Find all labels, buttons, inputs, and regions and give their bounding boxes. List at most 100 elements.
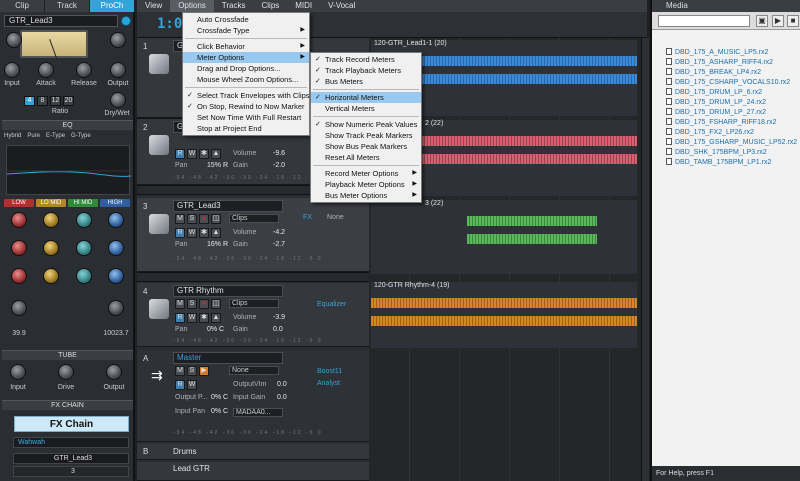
track-name[interactable]: Lead GTR <box>173 464 210 473</box>
track-view-select[interactable]: Clips <box>229 299 279 308</box>
media-file[interactable]: DBD_175_BREAK_LP4.rx2 <box>666 68 797 78</box>
media-file[interactable]: DBD_175_ASHARP_RIFF4.rx2 <box>666 58 797 68</box>
menu-item[interactable]: Drag and Drop Options... <box>183 63 309 74</box>
eq-band-low[interactable]: LOW <box>4 199 34 207</box>
fx-chain-header[interactable]: FX CHAIN <box>2 400 133 410</box>
lomid-q-knob[interactable] <box>43 268 59 284</box>
eq-type-etype[interactable]: E-Type <box>46 133 65 139</box>
lomid-gain-knob[interactable] <box>43 212 59 228</box>
track-3[interactable]: 3 GTR_Lead3 M S ● ◫ Clips FX None R W ✱ … <box>137 198 369 272</box>
clips-vertical-scrollbar[interactable] <box>641 38 649 481</box>
fx-bypass-button[interactable]: ✱ <box>199 313 209 323</box>
write-button[interactable]: W <box>187 313 197 323</box>
ratio-8[interactable]: 8 <box>37 96 48 106</box>
pan-value[interactable]: 16% R <box>207 241 228 248</box>
solo-button[interactable]: S <box>187 366 197 376</box>
fx-bypass-button[interactable]: ✱ <box>199 228 209 238</box>
stop-icon[interactable]: ■ <box>787 15 799 27</box>
plugin-slot[interactable]: Wahwah <box>13 437 129 448</box>
media-file[interactable]: DBD_175_GSHARP_MUSIC_LP52.rx2 <box>666 138 797 148</box>
menu-item[interactable]: Show Track Peak Markers <box>311 130 421 141</box>
write-button[interactable]: W <box>187 149 197 159</box>
output-knob-top[interactable] <box>6 32 22 48</box>
freeze-button[interactable]: ▲ <box>211 313 221 323</box>
gain-value[interactable]: -2.7 <box>273 241 285 248</box>
media-file[interactable]: DBD_175_DRUM_LP_24.rx2 <box>666 98 797 108</box>
eq-type-hybrid[interactable]: Hybrid <box>4 133 21 139</box>
menu-clips[interactable]: Clips <box>253 0 287 12</box>
power-icon[interactable] <box>121 16 131 26</box>
media-path-select[interactable] <box>658 15 750 27</box>
tab-track[interactable]: Track <box>45 0 90 12</box>
menu-item[interactable]: Click Behavior ▶ <box>183 41 309 52</box>
eq-band-lomid[interactable]: LO MID <box>36 199 66 207</box>
input-echo-button[interactable]: ◫ <box>211 299 221 309</box>
bus-drums[interactable]: B Drums <box>137 444 369 460</box>
lomid-freq-knob[interactable] <box>43 240 59 256</box>
pan-value[interactable]: 15% R <box>207 162 228 169</box>
solo-button[interactable]: S <box>187 299 197 309</box>
menu-item[interactable]: Playback Meter Options ▶ <box>311 179 421 190</box>
bus-name[interactable]: Drums <box>173 447 197 456</box>
dry-wet-knob[interactable] <box>110 92 126 108</box>
mute-button[interactable]: M <box>175 366 185 376</box>
media-file[interactable]: DBD_175_DRUM_LP_6.rx2 <box>666 88 797 98</box>
menu-midi[interactable]: MIDI <box>287 0 320 12</box>
low-gain-knob[interactable] <box>11 212 27 228</box>
ratio-4[interactable]: 4 <box>24 96 35 106</box>
play-icon[interactable]: ▶ <box>772 15 784 27</box>
tab-clip[interactable]: Clip <box>0 0 45 12</box>
tube-output-knob[interactable] <box>106 364 122 380</box>
input-pan-value[interactable]: 0% C <box>211 408 228 415</box>
tube-input-knob[interactable] <box>10 364 26 380</box>
fx-none[interactable]: None <box>327 214 344 221</box>
output-vu-value[interactable]: 0.0 <box>277 381 287 388</box>
write-button[interactable]: W <box>187 228 197 238</box>
freeze-button[interactable]: ▲ <box>211 228 221 238</box>
threshold-knob[interactable] <box>110 32 126 48</box>
menu-item[interactable]: Crossfade Type ▶ <box>183 25 309 36</box>
track-lead-gtr[interactable]: Lead GTR <box>137 462 369 481</box>
freeze-button[interactable]: ▲ <box>211 149 221 159</box>
output-knob[interactable] <box>110 62 126 78</box>
menu-item[interactable]: ✓ Bus Meters <box>311 76 421 87</box>
output-device-select[interactable]: MADAA0... <box>233 408 283 417</box>
read-button[interactable]: R <box>175 313 185 323</box>
media-file[interactable]: DBD_SHK_175BPM_LP3.rx2 <box>666 148 797 158</box>
solo-button[interactable]: S <box>187 214 197 224</box>
track-4[interactable]: 4 GTR Rhythm M S ● ◫ Clips Equalizer R W… <box>137 283 369 347</box>
highcut-knob[interactable] <box>108 300 124 316</box>
menu-item[interactable]: Bus Meter Options ▶ <box>311 190 421 201</box>
bus-view-select[interactable]: None <box>229 366 279 375</box>
high-freq-knob[interactable] <box>108 240 124 256</box>
menu-item[interactable]: ✓ On Stop, Rewind to Now Marker <box>183 101 309 112</box>
himid-freq-knob[interactable] <box>76 240 92 256</box>
fx-chain-button[interactable]: FX Chain <box>14 416 129 432</box>
release-knob[interactable] <box>76 62 92 78</box>
media-file[interactable]: DBD_175_CSHARP_VOCALS10.rx2 <box>666 78 797 88</box>
read-button[interactable]: R <box>175 149 185 159</box>
menu-item[interactable]: ✓ Track Record Meters <box>311 54 421 65</box>
now-time-display[interactable]: 1:0 <box>157 16 182 32</box>
volume-value[interactable]: -9.6 <box>273 150 285 157</box>
high-gain-knob[interactable] <box>108 212 124 228</box>
pan-value[interactable]: 0% C <box>207 326 224 333</box>
read-button[interactable]: R <box>175 380 185 390</box>
mute-button[interactable]: M <box>175 214 185 224</box>
save-icon[interactable]: ▣ <box>756 15 768 27</box>
inspector-track-name[interactable]: GTR_Lead3 <box>4 15 118 27</box>
strip-track-name[interactable]: GTR_Lead3 <box>13 453 129 464</box>
fx-bypass-button[interactable]: ✱ <box>199 149 209 159</box>
lowcut-knob[interactable] <box>11 300 27 316</box>
high-q-knob[interactable] <box>108 268 124 284</box>
menu-item[interactable]: ✓ Select Track Envelopes with Clips <box>183 90 310 101</box>
menu-view[interactable]: View <box>137 0 170 12</box>
eq-type-gtype[interactable]: G-Type <box>71 133 91 139</box>
ratio-12[interactable]: 12 <box>50 96 61 106</box>
menu-item[interactable]: ✓ Horizontal Meters <box>311 92 421 103</box>
eq-section-header[interactable]: EQ <box>2 120 133 130</box>
eq-band-himid[interactable]: HI MID <box>68 199 98 207</box>
menu-item[interactable]: Auto Crossfade <box>183 14 309 25</box>
media-file[interactable]: DBD_175_FX2_LP26.rx2 <box>666 128 797 138</box>
record-arm-button[interactable]: ● <box>199 214 209 224</box>
